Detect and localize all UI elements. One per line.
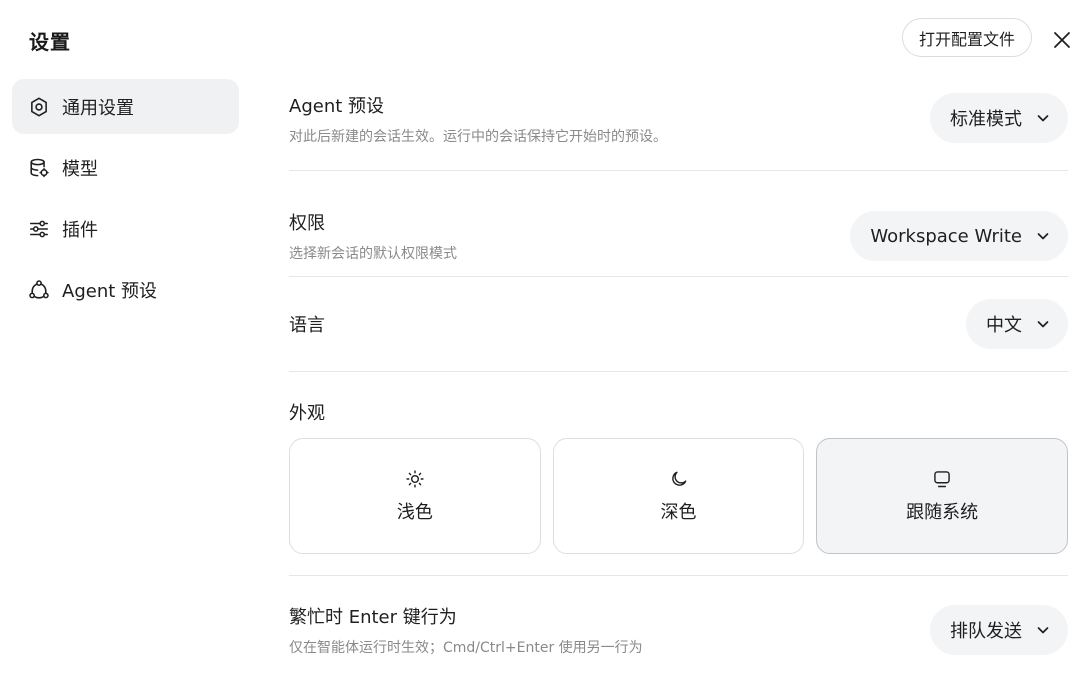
- sidebar-item-agent-presets[interactable]: Agent 预设: [12, 262, 239, 317]
- sidebar: 通用设置 模型 插件 Agent 预设: [12, 79, 239, 323]
- select-value: 排队发送: [950, 621, 1022, 642]
- setting-language: 语言 中文: [289, 277, 1068, 372]
- page-title: 设置: [29, 30, 71, 54]
- close-button[interactable]: [1050, 28, 1074, 52]
- sun-icon: [405, 468, 425, 490]
- sidebar-item-models[interactable]: 模型: [12, 140, 239, 195]
- setting-agent-preset: Agent 预设 对此后新建的会话生效。运行中的会话保持它开始时的预设。 标准模…: [289, 80, 1068, 171]
- sliders-icon: [28, 218, 50, 240]
- agent-preset-select[interactable]: 标准模式: [930, 93, 1068, 143]
- theme-option-label: 浅色: [396, 502, 433, 523]
- sidebar-item-label: 通用设置: [62, 97, 134, 119]
- theme-option-light[interactable]: 浅色: [289, 438, 541, 554]
- theme-options: 浅色 深色 跟随系统: [289, 438, 1069, 554]
- settings-window: 设置 打开配置文件 通用设置 模型 插件 Agent 预设 Agent 预设 对…: [0, 0, 1080, 683]
- busy-enter-select[interactable]: 排队发送: [930, 605, 1068, 655]
- sidebar-item-label: 插件: [62, 219, 98, 241]
- setting-busy-enter: 繁忙时 Enter 键行为 仅在智能体运行时生效；Cmd/Ctrl+Enter …: [289, 576, 1068, 657]
- setting-appearance: 外观 浅色 深色 跟随系统: [289, 372, 1069, 576]
- chevron-down-icon: [1036, 317, 1050, 331]
- sidebar-item-plugins[interactable]: 插件: [12, 201, 239, 256]
- sidebar-item-label: Agent 预设: [62, 280, 158, 302]
- permissions-select[interactable]: Workspace Write: [850, 211, 1068, 261]
- language-select[interactable]: 中文: [966, 299, 1068, 349]
- setting-title: 语言: [289, 315, 325, 336]
- open-config-file-button[interactable]: 打开配置文件: [902, 18, 1032, 57]
- agent-network-icon: [28, 279, 50, 301]
- theme-option-label: 深色: [660, 502, 697, 523]
- setting-title: 外观: [289, 403, 325, 424]
- select-value: 标准模式: [950, 109, 1022, 130]
- moon-icon: [669, 468, 689, 490]
- chevron-down-icon: [1036, 111, 1050, 125]
- monitor-icon: [932, 468, 952, 490]
- theme-option-label: 跟随系统: [906, 502, 979, 523]
- database-icon: [28, 157, 50, 179]
- sidebar-item-general[interactable]: 通用设置: [12, 79, 239, 134]
- theme-option-dark[interactable]: 深色: [552, 438, 805, 554]
- chevron-down-icon: [1036, 229, 1050, 243]
- gear-icon: [28, 96, 50, 118]
- close-icon: [1054, 32, 1070, 48]
- select-value: Workspace Write: [870, 225, 1022, 247]
- settings-panel: Agent 预设 对此后新建的会话生效。运行中的会话保持它开始时的预设。 标准模…: [289, 80, 1069, 657]
- setting-permissions: 权限 选择新会话的默认权限模式 Workspace Write: [289, 171, 1068, 277]
- chevron-down-icon: [1036, 623, 1050, 637]
- theme-option-system[interactable]: 跟随系统: [816, 438, 1069, 554]
- sidebar-item-label: 模型: [62, 158, 98, 180]
- select-value: 中文: [986, 315, 1022, 336]
